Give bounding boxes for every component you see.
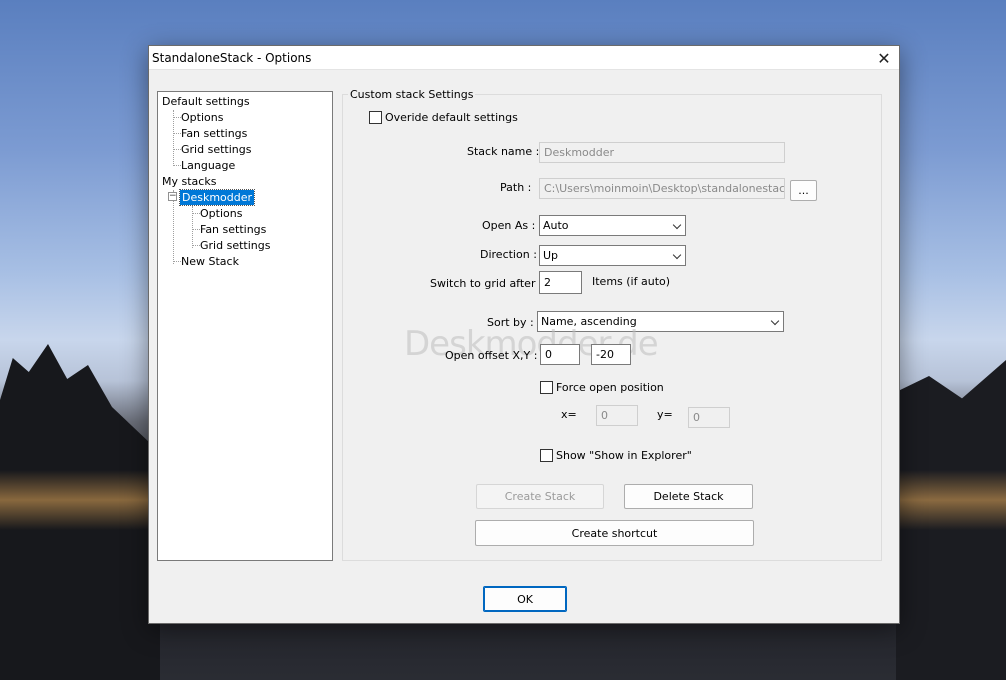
stack-name-input[interactable]: Deskmodder — [539, 142, 785, 163]
tree-connector — [173, 149, 181, 150]
switch-grid-label: Switch to grid after : — [430, 277, 543, 290]
tree-item-language[interactable]: Language — [181, 158, 235, 173]
force-open-checkbox[interactable]: Force open position — [540, 381, 664, 394]
open-as-value: Auto — [543, 219, 569, 232]
tree-item-deskmodder[interactable]: Deskmodder — [178, 189, 256, 206]
direction-value: Up — [543, 249, 559, 262]
tree-connector — [192, 213, 200, 214]
create-shortcut-button[interactable]: Create shortcut — [475, 520, 754, 546]
tree-connector — [173, 165, 181, 166]
switch-grid-suffix: Items (if auto) — [592, 275, 671, 288]
open-offset-label: Open offset X,Y : — [445, 349, 538, 362]
show-explorer-checkbox[interactable]: Show "Show in Explorer" — [540, 449, 692, 462]
force-open-label: Force open position — [556, 381, 664, 394]
direction-select[interactable]: Up — [539, 245, 686, 266]
tree-item-grid-settings[interactable]: Grid settings — [181, 142, 251, 157]
force-x-input[interactable]: 0 — [596, 405, 638, 426]
tree-connector — [192, 245, 200, 246]
show-explorer-check-icon[interactable] — [540, 449, 553, 462]
tree-connector — [173, 261, 181, 262]
tree-item-options[interactable]: Options — [181, 110, 223, 125]
path-input[interactable]: C:\Users\moinmoin\Desktop\standalonestac… — [539, 178, 785, 199]
direction-label: Direction : — [480, 248, 537, 261]
override-check-icon[interactable] — [369, 111, 382, 124]
tree-connector — [192, 229, 200, 230]
delete-stack-button[interactable]: Delete Stack — [624, 484, 753, 509]
options-window: StandaloneStack - Options ✕ − Default se… — [148, 45, 900, 624]
titlebar: StandaloneStack - Options ✕ — [149, 46, 899, 70]
switch-grid-input[interactable]: 2 — [539, 271, 582, 294]
path-label: Path : — [500, 181, 532, 194]
open-offset-x-input[interactable]: 0 — [540, 344, 580, 365]
tree-item-fan-settings[interactable]: Fan settings — [181, 126, 247, 141]
tree-connector — [173, 117, 181, 118]
open-as-label: Open As : — [482, 219, 536, 232]
force-y-input[interactable]: 0 — [688, 407, 730, 428]
create-stack-button[interactable]: Create Stack — [476, 484, 604, 509]
settings-tree[interactable]: − Default settings Options Fan settings … — [157, 91, 333, 561]
tree-item-new-stack[interactable]: New Stack — [181, 254, 239, 269]
open-offset-y-input[interactable]: -20 — [591, 344, 631, 365]
tree-item-stack-options[interactable]: Options — [200, 206, 242, 221]
tree-item-default-settings[interactable]: Default settings — [162, 94, 250, 109]
force-x-label: x= — [561, 408, 577, 421]
window-title: StandaloneStack - Options — [152, 51, 312, 65]
chevron-down-icon — [672, 220, 682, 230]
collapse-icon[interactable]: − — [168, 192, 177, 201]
stack-name-label: Stack name : — [467, 145, 540, 158]
tree-item-stack-grid-settings[interactable]: Grid settings — [200, 238, 270, 253]
close-icon[interactable]: ✕ — [869, 46, 899, 70]
tree-connector — [173, 190, 174, 264]
override-checkbox[interactable]: Overide default settings — [369, 111, 518, 124]
browse-button[interactable]: ... — [790, 180, 817, 201]
chevron-down-icon — [770, 316, 780, 326]
tree-connector — [173, 133, 181, 134]
override-label: Overide default settings — [385, 111, 518, 124]
show-explorer-label: Show "Show in Explorer" — [556, 449, 692, 462]
tree-item-my-stacks[interactable]: My stacks — [162, 174, 216, 189]
ok-button[interactable]: OK — [483, 586, 567, 612]
tree-item-stack-fan-settings[interactable]: Fan settings — [200, 222, 266, 237]
chevron-down-icon — [672, 250, 682, 260]
force-open-check-icon[interactable] — [540, 381, 553, 394]
group-title: Custom stack Settings — [348, 88, 476, 101]
tree-connector — [173, 110, 174, 166]
force-y-label: y= — [657, 408, 673, 421]
open-as-select[interactable]: Auto — [539, 215, 686, 236]
